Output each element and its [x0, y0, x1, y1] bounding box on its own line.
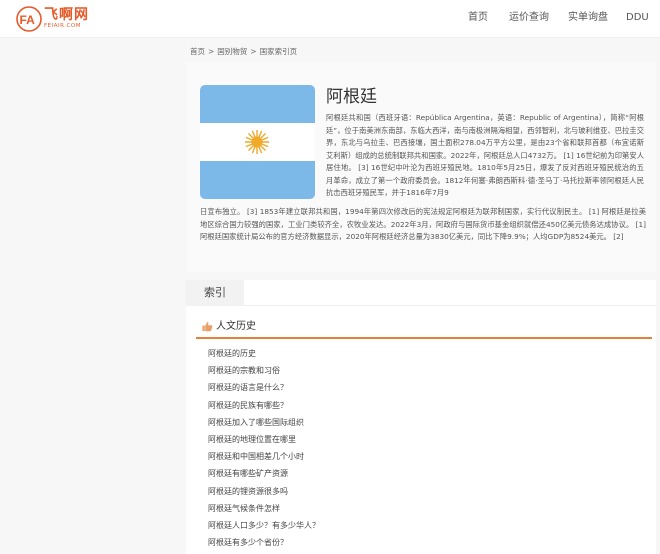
index-link[interactable]: 阿根廷加入了哪些国际组织 [208, 414, 508, 431]
nav-freight-query[interactable]: 运价查询 [509, 11, 549, 25]
index-link[interactable]: 阿根廷的语言是什么？ [208, 379, 508, 396]
index-link[interactable]: 阿根廷有多少个省份？ [208, 534, 508, 551]
tab-divider [244, 305, 656, 306]
site-logo[interactable]: FA 飞啊网 FEIAIR.COM [16, 6, 89, 32]
breadcrumb-current: 国家索引页 [259, 47, 298, 56]
index-link[interactable]: 阿根廷的民族有哪些？ [208, 397, 508, 414]
logo-text: 飞啊网 [44, 7, 89, 23]
breadcrumb-separator: > [208, 47, 215, 56]
country-description: 阿根廷共和国（西班牙语：República Argentina，英语：Repub… [326, 113, 644, 197]
index-link[interactable]: 阿根廷和中国相差几个小时 [208, 448, 508, 465]
index-link[interactable]: 阿根廷的宗教和习俗 [208, 362, 508, 379]
index-link[interactable]: 阿根廷的地理位置在哪里 [208, 431, 508, 448]
index-link[interactable]: 阿根廷人口多少？有多少华人？ [208, 517, 508, 534]
sun-of-may-icon [245, 130, 269, 154]
breadcrumb-separator: > [250, 47, 257, 56]
country-title: 阿根廷 [326, 87, 377, 107]
section-header: 人文历史 [196, 316, 652, 339]
logo-subtext: FEIAIR.COM [44, 23, 81, 29]
thumbs-up-icon [202, 321, 213, 332]
breadcrumb-country-trade[interactable]: 国别物贸 [217, 46, 247, 58]
flag-stripe-top [200, 85, 315, 123]
index-link[interactable]: 阿根廷的历史 [208, 345, 508, 362]
index-list: 阿根廷的历史 阿根廷的宗教和习俗 阿根廷的语言是什么？ 阿根廷的民族有哪些？ 阿… [208, 345, 508, 551]
index-link[interactable]: 阿根廷有哪些矿产资源 [208, 465, 508, 482]
breadcrumb-home[interactable]: 首页 [190, 46, 205, 58]
site-header: FA 飞啊网 FEIAIR.COM 首页 运价查询 实单询盘 DDU [0, 0, 660, 38]
argentina-flag [200, 85, 315, 199]
tab-index[interactable]: 索引 [186, 280, 244, 306]
svg-text:FA: FA [20, 13, 36, 27]
flag-stripe-bottom [200, 161, 315, 199]
breadcrumb: 首页 > 国别物贸 > 国家索引页 [190, 46, 297, 58]
country-card: 阿根廷 阿根廷共和国（西班牙语：República Argentina，英语：R… [186, 62, 656, 272]
index-link[interactable]: 阿根廷气候条件怎样 [208, 500, 508, 517]
index-section: 索引 人文历史 阿根廷的历史 阿根廷的宗教和习俗 阿根廷的语言是什么？ 阿根廷的… [186, 280, 656, 554]
section-underline [196, 337, 652, 339]
feiair-logo-icon: FA [16, 6, 42, 32]
country-description-continued: 日宣布独立。 [3] 1853年建立联邦共和国，1994年第四次修改后的宪法规定… [200, 207, 646, 241]
nav-home[interactable]: 首页 [468, 11, 488, 25]
index-link[interactable]: 阿根廷的锂资源很多吗 [208, 483, 508, 500]
nav-ddu[interactable]: DDU [626, 11, 649, 25]
nav-inquiry[interactable]: 实单询盘 [568, 11, 608, 25]
section-title: 人文历史 [216, 321, 256, 332]
